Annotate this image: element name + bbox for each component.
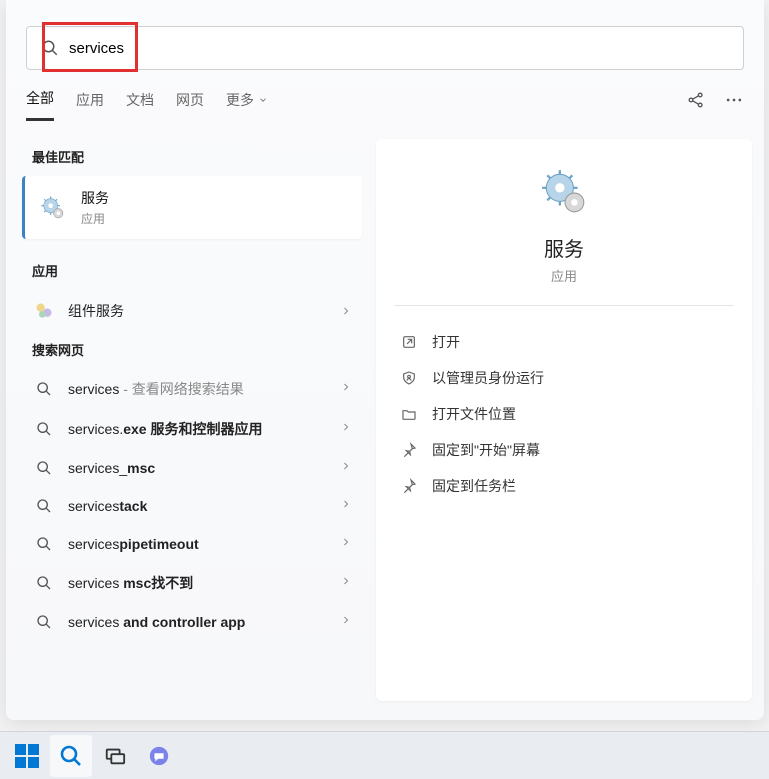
component-services-icon [34, 300, 54, 322]
web-result-label: services.exe 服务和控制器应用 [68, 419, 326, 439]
windows-logo-icon [15, 744, 39, 768]
action-pin-start[interactable]: 固定到"开始"屏幕 [394, 432, 734, 468]
tab-more[interactable]: 更多 [226, 90, 268, 120]
pin-icon [401, 478, 417, 494]
taskbar-chat-button[interactable] [138, 735, 180, 777]
web-result-label: services msc找不到 [68, 573, 326, 593]
web-result-item[interactable]: services_msc [22, 449, 364, 487]
tab-all[interactable]: 全部 [26, 88, 54, 121]
search-icon [36, 614, 52, 630]
web-result-label: servicespipetimeout [68, 536, 326, 552]
tab-apps[interactable]: 应用 [76, 90, 104, 120]
start-button[interactable] [6, 735, 48, 777]
preview-pane: 服务 应用 打开 以管理员身份运行 打开文件位置 固定到"开始"屏幕 [376, 139, 752, 701]
search-panel: 全部 应用 文档 网页 更多 最佳匹配 服务 [6, 0, 764, 720]
search-icon [36, 575, 52, 591]
action-location-label: 打开文件位置 [432, 404, 516, 424]
chat-icon [148, 745, 170, 767]
action-admin-label: 以管理员身份运行 [432, 368, 544, 388]
taskbar [0, 731, 769, 779]
web-result-item[interactable]: servicespipetimeout [22, 525, 364, 563]
divider [394, 305, 734, 306]
action-pin-start-label: 固定到"开始"屏幕 [432, 440, 540, 460]
more-icon[interactable] [724, 90, 744, 110]
web-result-item[interactable]: servicestack [22, 487, 364, 525]
gear-icon [39, 194, 67, 222]
search-bar-container [6, 0, 764, 70]
folder-icon [401, 406, 417, 422]
chevron-down-icon [258, 95, 268, 105]
search-icon [41, 39, 59, 57]
app-result-label: 组件服务 [68, 301, 326, 321]
best-match-item[interactable]: 服务 应用 [22, 176, 362, 239]
task-view-icon [104, 745, 126, 767]
web-result-item[interactable]: services msc找不到 [22, 563, 364, 603]
search-icon [36, 381, 52, 397]
chevron-right-icon [340, 381, 352, 393]
action-pin-taskbar-label: 固定到任务栏 [432, 476, 516, 496]
admin-icon [401, 370, 417, 386]
share-icon[interactable] [686, 90, 706, 110]
section-apps: 应用 [22, 253, 364, 290]
action-pin-taskbar[interactable]: 固定到任务栏 [394, 468, 734, 504]
results-column: 最佳匹配 服务 应用 应用 组件服务 [22, 139, 364, 701]
tabs-row: 全部 应用 文档 网页 更多 [6, 70, 764, 121]
chevron-right-icon [340, 614, 352, 626]
chevron-right-icon [340, 498, 352, 510]
chevron-right-icon [340, 421, 352, 433]
tab-more-label: 更多 [226, 90, 254, 110]
search-icon [36, 498, 52, 514]
search-icon [36, 460, 52, 476]
chevron-right-icon [340, 460, 352, 472]
web-result-item[interactable]: services.exe 服务和控制器应用 [22, 409, 364, 449]
search-icon [59, 744, 83, 768]
web-result-label: services and controller app [68, 614, 326, 630]
search-icon [36, 536, 52, 552]
chevron-right-icon [340, 536, 352, 548]
preview-subtitle: 应用 [394, 266, 734, 285]
search-input[interactable] [69, 40, 729, 57]
web-result-label: services - 查看网络搜索结果 [68, 379, 326, 399]
web-result-label: services_msc [68, 460, 326, 476]
action-open-location[interactable]: 打开文件位置 [394, 396, 734, 432]
action-run-admin[interactable]: 以管理员身份运行 [394, 360, 734, 396]
task-view-button[interactable] [94, 735, 136, 777]
preview-title: 服务 [394, 233, 734, 262]
search-bar[interactable] [26, 26, 744, 70]
gear-icon [539, 167, 589, 217]
action-open[interactable]: 打开 [394, 324, 734, 360]
tab-docs[interactable]: 文档 [126, 90, 154, 120]
chevron-right-icon [340, 305, 352, 317]
open-icon [401, 334, 417, 350]
section-best-match: 最佳匹配 [22, 139, 364, 176]
taskbar-search-button[interactable] [50, 735, 92, 777]
best-match-subtitle: 应用 [81, 210, 109, 227]
search-icon [36, 421, 52, 437]
tab-web[interactable]: 网页 [176, 90, 204, 120]
chevron-right-icon [340, 575, 352, 587]
web-result-item[interactable]: services and controller app [22, 603, 364, 641]
app-result-item[interactable]: 组件服务 [22, 290, 364, 332]
section-web: 搜索网页 [22, 332, 364, 369]
web-result-label: servicestack [68, 498, 326, 514]
action-open-label: 打开 [432, 332, 460, 352]
web-result-item[interactable]: services - 查看网络搜索结果 [22, 369, 364, 409]
content-area: 最佳匹配 服务 应用 应用 组件服务 [6, 121, 764, 701]
best-match-title: 服务 [81, 188, 109, 208]
pin-icon [401, 442, 417, 458]
